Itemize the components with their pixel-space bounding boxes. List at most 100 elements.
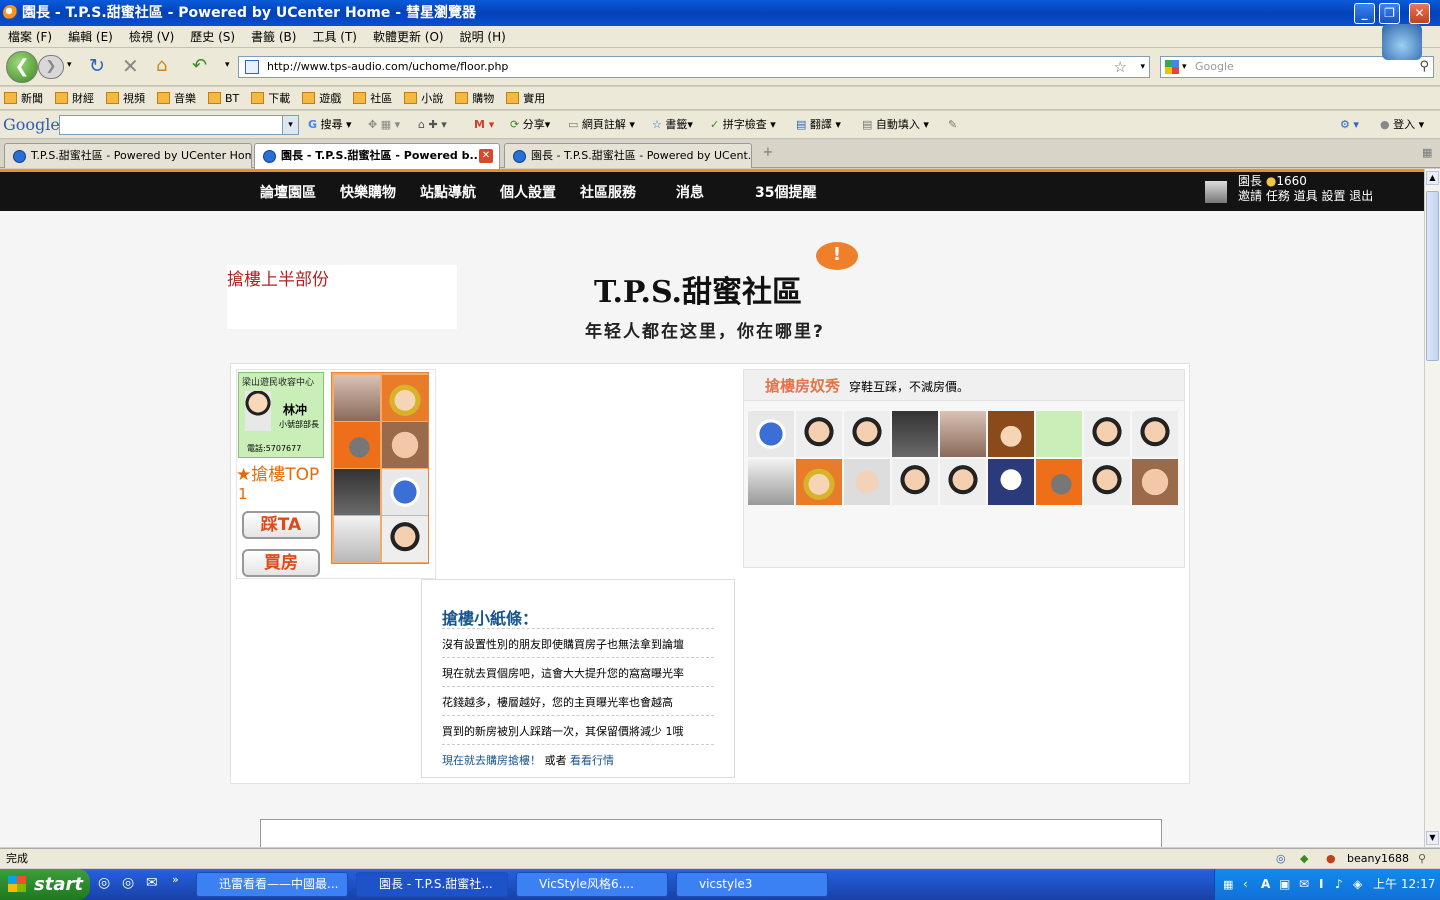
kick-button[interactable]: 踩TA — [242, 511, 320, 539]
dropdown-icon[interactable]: ▾ — [282, 116, 298, 134]
back-button[interactable]: ❮ — [6, 51, 38, 83]
resident-avatar[interactable] — [382, 469, 428, 515]
resident-avatar[interactable] — [382, 516, 428, 562]
toolbar-translate-button[interactable]: ▤ 翻譯 ▾ — [796, 111, 841, 139]
slave-avatar[interactable] — [892, 411, 938, 457]
bookmark-bt[interactable]: BT — [208, 87, 239, 110]
wrench-icon[interactable]: ⚙ ▾ — [1340, 111, 1359, 139]
slave-avatar[interactable] — [1084, 459, 1130, 505]
tray-expand-icon[interactable]: ‹ — [1243, 869, 1248, 900]
tab-list-icon[interactable]: ▦ — [1422, 146, 1438, 162]
tab-close-icon[interactable]: ✕ — [479, 149, 493, 163]
menu-update[interactable]: 軟體更新 (O) — [365, 26, 452, 48]
menu-view[interactable]: 檢視 (V) — [121, 26, 182, 48]
undo-close-icon[interactable]: ↶ — [192, 55, 207, 76]
stop-icon[interactable]: ✕ — [122, 54, 139, 78]
gmail-icon[interactable]: M ▾ — [474, 111, 494, 139]
nav-settings[interactable]: 個人設置 — [500, 182, 556, 202]
pencil-icon[interactable]: ✎ — [948, 111, 957, 139]
quicklaunch-ie2-icon[interactable]: ◎ — [122, 875, 134, 891]
forward-button[interactable]: ❯ — [38, 55, 64, 79]
slave-avatar[interactable] — [1036, 411, 1082, 457]
toolbar-login-button[interactable]: ● 登入 ▾ — [1380, 111, 1424, 139]
task-folder[interactable]: vicstyle3 — [676, 872, 828, 897]
bookmark-novels[interactable]: 小說 — [404, 87, 443, 110]
task-browser[interactable]: 園長 - T.P.S.甜蜜社... — [356, 872, 508, 897]
history-dropdown-icon[interactable]: ▾ — [67, 60, 72, 70]
tab-current[interactable]: 園長 - T.P.S.甜蜜社區 - Powered b... ✕ — [254, 143, 500, 169]
resident-avatar[interactable] — [334, 375, 380, 421]
minimize-button[interactable]: _ — [1354, 3, 1375, 24]
menu-help[interactable]: 說明 (H) — [452, 26, 514, 48]
menu-bookmarks[interactable]: 書籤 (B) — [243, 26, 304, 48]
maximize-button[interactable]: ❐ — [1379, 3, 1400, 24]
scroll-down-arrow-icon[interactable]: ▼ — [1426, 831, 1439, 845]
tray-info-icon[interactable]: I — [1319, 869, 1323, 900]
tab-home[interactable]: T.P.S.甜蜜社區 - Powered by UCenter Home — [4, 143, 252, 168]
bookmark-community[interactable]: 社區 — [353, 87, 392, 110]
nav-forum[interactable]: 論壇園區 — [260, 182, 316, 202]
bookmark-shopping[interactable]: 購物 — [455, 87, 494, 110]
tag-icon[interactable]: ◆ — [1300, 849, 1308, 868]
slave-avatar[interactable] — [748, 411, 794, 457]
tray-network-icon[interactable]: ▣ — [1279, 869, 1290, 900]
input-method-icon[interactable]: A — [1261, 869, 1270, 900]
status-user[interactable]: beany1688 — [1347, 849, 1409, 868]
buy-button[interactable]: 買房 — [242, 549, 320, 577]
user-name[interactable]: 園長 — [1238, 174, 1262, 188]
toolbar-spellcheck-button[interactable]: ✓ 拼字檢查 ▾ — [710, 111, 776, 139]
menu-file[interactable]: 檔案 (F) — [0, 26, 60, 48]
bookmark-download[interactable]: 下載 — [251, 87, 290, 110]
tray-volume-icon[interactable]: ♪ — [1335, 869, 1343, 900]
tab-third[interactable]: 園長 - T.P.S.甜蜜社區 - Powered by UCent... — [504, 143, 752, 168]
slave-avatar[interactable] — [796, 459, 842, 505]
buy-house-link[interactable]: 現在就去購房搶樓！ — [442, 754, 541, 767]
tray-security-icon[interactable]: ◈ — [1353, 869, 1362, 900]
quicklaunch-ie-icon[interactable]: ◎ — [98, 875, 110, 891]
menu-edit[interactable]: 編輯 (E) — [60, 26, 121, 48]
owner-card[interactable]: 梁山遊民收容中心 林冲 小號部部長 電話:5707677 — [238, 372, 324, 458]
nav-site-guide[interactable]: 站點導航 — [420, 182, 476, 202]
bookmark-music[interactable]: 音樂 — [157, 87, 196, 110]
slave-avatar[interactable] — [796, 411, 842, 457]
toolbar-bookmarks-button[interactable]: ☆ 書籤▾ — [652, 111, 693, 139]
slave-avatar[interactable] — [1132, 459, 1178, 505]
slave-avatar[interactable] — [1132, 411, 1178, 457]
nav-services[interactable]: 社區服務 — [580, 182, 636, 202]
ie-icon[interactable]: ◎ — [1276, 849, 1286, 868]
bookmark-news[interactable]: 新聞 — [4, 87, 43, 110]
slave-avatar[interactable] — [844, 459, 890, 505]
slave-avatar[interactable] — [1036, 459, 1082, 505]
url-dropdown-icon[interactable]: ▾ — [1140, 57, 1145, 77]
bookmark-practical[interactable]: 實用 — [506, 87, 545, 110]
nav-reminders[interactable]: 35個提醒 — [755, 182, 816, 202]
slave-avatar[interactable] — [988, 459, 1034, 505]
bookmark-games[interactable]: 遊戲 — [302, 87, 341, 110]
nav-messages[interactable]: 消息 — [676, 182, 704, 202]
user-actions[interactable]: 邀請 任務 道具 設置 退出 — [1238, 189, 1373, 204]
bookmark-video[interactable]: 視頻 — [106, 87, 145, 110]
zoom-icon[interactable]: ⚲ — [1418, 849, 1426, 868]
user-avatar[interactable] — [1205, 181, 1227, 203]
slave-avatar[interactable] — [940, 459, 986, 505]
reload-icon[interactable]: ↻ — [89, 55, 105, 77]
task-vicstyle[interactable]: VicStyle风格6.... — [516, 872, 668, 897]
resident-avatar[interactable] — [334, 516, 380, 562]
close-window-button[interactable]: ✕ — [1409, 3, 1430, 24]
vertical-scrollbar[interactable]: ▲ ▼ — [1424, 169, 1440, 847]
market-link[interactable]: 看看行情 — [570, 754, 614, 767]
home-icon[interactable]: ⌂ — [156, 55, 167, 76]
slave-avatar[interactable] — [748, 459, 794, 505]
toolbar-search-button[interactable]: G 搜尋 ▾ — [308, 111, 352, 139]
search-icon[interactable]: ⚲ — [1419, 57, 1429, 77]
google-toolbar-search-input[interactable]: ▾ — [59, 115, 299, 135]
scroll-thumb[interactable] — [1426, 191, 1439, 361]
menu-tools[interactable]: 工具 (T) — [304, 26, 365, 48]
new-tab-button[interactable]: + — [758, 145, 778, 163]
slave-avatar[interactable] — [988, 411, 1034, 457]
scroll-up-arrow-icon[interactable]: ▲ — [1426, 171, 1439, 185]
address-bar[interactable]: http://www.tps-audio.com/uchome/floor.ph… — [238, 56, 1150, 78]
toolbar-annotate-button[interactable]: ▭ 網頁註解 ▾ — [568, 111, 635, 139]
tray-app-icon[interactable]: ✉ — [1299, 869, 1309, 900]
toolbar-autofill-button[interactable]: ▤ 自動填入 ▾ — [862, 111, 929, 139]
